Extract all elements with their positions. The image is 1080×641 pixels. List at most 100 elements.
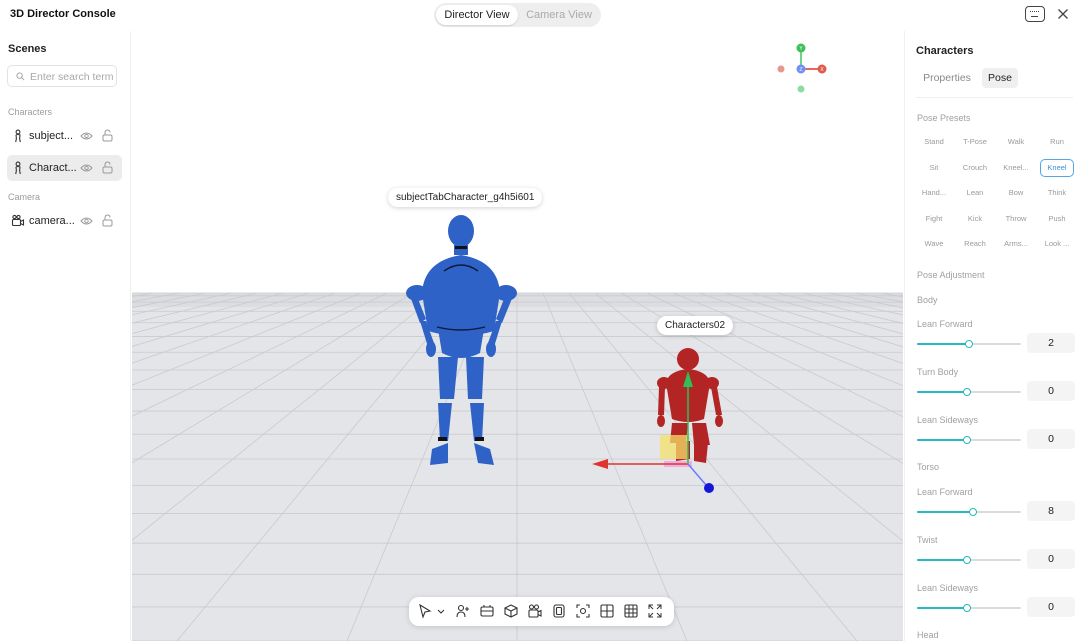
slider-label: Lean Sideways: [917, 583, 979, 593]
slider-value-input[interactable]: 0: [1027, 597, 1075, 617]
slider-row: 0: [917, 549, 1075, 571]
focus-icon[interactable]: [575, 603, 591, 619]
camera-view-tab[interactable]: Camera View: [520, 5, 598, 25]
visibility-eye-icon[interactable]: [80, 216, 93, 226]
slider-track[interactable]: [917, 508, 1021, 516]
panel-title: Characters: [916, 45, 974, 57]
properties-panel: Characters Properties Pose Pose Presets …: [904, 31, 1080, 641]
slider-row: 0: [917, 429, 1075, 451]
preset-button[interactable]: Think: [1040, 184, 1074, 202]
app-title: 3D Director Console: [10, 8, 116, 20]
lock-icon[interactable]: [102, 161, 113, 174]
preset-button[interactable]: Walk: [999, 133, 1033, 151]
scene-item-label: subject...: [29, 130, 74, 142]
slider-value-input[interactable]: 0: [1027, 549, 1075, 569]
scenes-title: Scenes: [8, 43, 47, 55]
scenes-sidebar: Scenes Characters subject...: [0, 31, 131, 641]
preset-button[interactable]: Arms...: [999, 235, 1033, 253]
slider-thumb[interactable]: [962, 388, 971, 396]
slider-thumb[interactable]: [965, 340, 973, 348]
slider-value-input[interactable]: 2: [1027, 333, 1075, 353]
visibility-eye-icon[interactable]: [80, 131, 93, 141]
add-character-icon[interactable]: [455, 603, 471, 619]
z-axis-handle-icon[interactable]: [704, 483, 714, 493]
preset-button[interactable]: Wave: [917, 235, 951, 253]
slider-fill: [917, 391, 967, 393]
pose-adjustment-label: Pose Adjustment: [917, 270, 985, 280]
preset-button[interactable]: Look ...: [1040, 235, 1074, 253]
camera-add-icon[interactable]: [527, 603, 543, 619]
visibility-eye-icon[interactable]: [80, 163, 93, 173]
slider-fill: [917, 343, 969, 345]
slider-label: Lean Forward: [917, 319, 973, 329]
slider-value-input[interactable]: 8: [1027, 501, 1075, 521]
frame-icon[interactable]: [551, 603, 567, 619]
top-bar: 3D Director Console Director View Camera…: [0, 0, 1080, 31]
preset-button[interactable]: Kneel: [1040, 158, 1074, 177]
cube-icon[interactable]: [503, 603, 519, 619]
character-name-tag: subjectTabCharacter_g4h5i601: [388, 188, 543, 207]
slider-fill: [917, 559, 967, 561]
director-view-tab[interactable]: Director View: [436, 5, 518, 25]
view-toggle: Director View Camera View: [434, 3, 601, 27]
slider-track[interactable]: [917, 388, 1021, 396]
preset-button[interactable]: Lean: [958, 184, 992, 202]
fullscreen-icon[interactable]: [647, 603, 663, 619]
preset-button[interactable]: Kick: [958, 210, 992, 228]
slider-track[interactable]: [917, 604, 1021, 612]
tab-pose[interactable]: Pose: [982, 68, 1018, 88]
close-icon[interactable]: [1055, 6, 1071, 22]
slider-thumb[interactable]: [962, 436, 971, 444]
preset-button[interactable]: Crouch: [958, 159, 992, 177]
preset-button[interactable]: Run: [1040, 133, 1074, 151]
slider-fill: [917, 511, 974, 513]
preset-button[interactable]: Sit: [917, 159, 951, 177]
group-label-characters: Characters: [8, 107, 53, 117]
select-cursor-icon[interactable]: [417, 603, 433, 619]
search-icon: [16, 72, 25, 81]
app-root: 3D Director Console Director View Camera…: [0, 0, 1080, 641]
tab-properties[interactable]: Properties: [919, 68, 975, 88]
layout-grid-icon[interactable]: [599, 603, 615, 619]
scene-item-characters02[interactable]: Charact...: [7, 155, 122, 181]
slider-label: Turn Body: [917, 367, 959, 377]
preset-button[interactable]: T-Pose: [958, 133, 992, 151]
lock-icon[interactable]: [102, 129, 113, 142]
keyboard-shortcuts-icon[interactable]: [1025, 6, 1045, 22]
slider-label: Twist: [917, 535, 938, 545]
slider-label: Lean Sideways: [917, 415, 979, 425]
scene-item-camera[interactable]: camera...: [7, 208, 122, 234]
search-input[interactable]: [30, 69, 116, 84]
search-box: [7, 65, 117, 87]
orientation-gizmo[interactable]: Y Z X: [777, 43, 827, 93]
preset-button[interactable]: Bow: [999, 184, 1033, 202]
scene-canvas[interactable]: Y Z X: [132, 31, 903, 641]
slider-value-input[interactable]: 0: [1027, 381, 1075, 401]
grid-icon[interactable]: [623, 603, 639, 619]
preset-button[interactable]: Reach: [958, 235, 992, 253]
preset-button[interactable]: Throw: [999, 210, 1033, 228]
slider-row: 8: [917, 501, 1075, 523]
slider-track[interactable]: [917, 556, 1021, 564]
slider-track[interactable]: [917, 436, 1021, 444]
slider-label: Lean Forward: [917, 487, 973, 497]
preset-button[interactable]: Fight: [917, 210, 951, 228]
preset-button[interactable]: Hand...: [917, 184, 951, 202]
3d-viewport[interactable]: Y Z X subjectTabCharacter_g4h5i601 Chara…: [132, 31, 903, 641]
scene-icon[interactable]: [479, 603, 495, 619]
chevron-down-icon[interactable]: [435, 603, 447, 619]
lock-icon[interactable]: [102, 214, 113, 227]
preset-button[interactable]: Stand: [917, 133, 951, 151]
divider: [916, 97, 1073, 98]
slider-value-input[interactable]: 0: [1027, 429, 1075, 449]
preset-button[interactable]: Kneel...: [999, 159, 1033, 177]
preset-button[interactable]: Push: [1040, 210, 1074, 228]
ground-plane: [132, 293, 903, 641]
slider-thumb[interactable]: [962, 556, 971, 564]
slider-row: 0: [917, 381, 1075, 403]
slider-thumb[interactable]: [962, 604, 971, 612]
scene-item-subject[interactable]: subject...: [7, 123, 122, 149]
body-section-label: Body: [917, 295, 938, 305]
slider-track[interactable]: [917, 340, 1021, 348]
slider-thumb[interactable]: [969, 508, 978, 516]
